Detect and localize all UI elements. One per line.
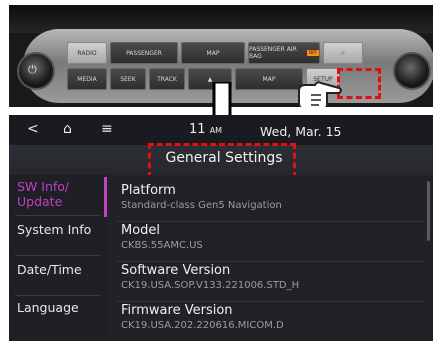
home-icon[interactable]: ⌂ [63,121,72,137]
item-label: Firmware Version [121,303,233,318]
item-value: CK19.USA.SOP.V133.221006.STD_H [121,280,300,291]
menu-icon[interactable]: ≡ [101,121,113,137]
item-label: Model [121,223,161,238]
list-item-firmware-version: Firmware Version CK19.USA.202.220616.MIC… [121,303,421,331]
item-label: Software Version [121,263,231,278]
setup-highlight-box [337,68,381,99]
row-divider [117,221,423,222]
sidebar-divider [15,215,101,216]
sidebar-item-language[interactable]: Language [9,300,107,340]
passenger-airbag-indicator: PASSENGER AIR BAG OFF [248,42,320,64]
clock: 11 AM [189,122,223,137]
power-icon: ⏻ [28,63,37,76]
date-display: Wed, Mar. 15 [260,124,342,139]
sidebar-divider [15,255,101,256]
track-button[interactable]: TRACK [149,68,185,90]
map-button-bottom[interactable]: MAP [235,68,303,90]
status-bar: < ⌂ ≡ 11 AM Wed, Mar. 15 [9,115,433,145]
sidebar-divider [15,295,101,296]
passenger-button[interactable]: PASSENGER [110,42,178,64]
row-divider [117,301,423,302]
row-divider [117,261,423,262]
list-item-software-version: Software Version CK19.USA.SOP.V133.22100… [121,263,421,291]
media-button[interactable]: MEDIA [67,68,107,90]
list-item-model: Model CKBS.55AMC.US [121,223,421,251]
title-highlight-box [148,143,296,178]
item-value: CKBS.55AMC.US [121,240,203,251]
item-value: Standard-class Gen5 Navigation [121,200,282,211]
settings-sidebar: SW Info/ Update System Info Date/Time La… [9,175,107,341]
sidebar-item-date-time[interactable]: Date/Time [9,262,107,302]
back-icon[interactable]: < [27,121,39,137]
item-label: Platform [121,183,176,198]
star-button[interactable]: ☆ [323,42,363,64]
list-item-platform: Platform Standard-class Gen5 Navigation [121,183,421,211]
settings-content-list: Platform Standard-class Gen5 Navigation … [107,175,433,341]
sidebar-item-system-info[interactable]: System Info [9,222,107,262]
sidebar-item-sw-info-update[interactable]: SW Info/ Update [9,177,107,217]
tune-knob[interactable] [393,52,431,90]
seek-button[interactable]: SEEK [110,68,146,90]
map-button-top[interactable]: MAP [181,42,245,64]
infotainment-screen: < ⌂ ≡ 11 AM Wed, Mar. 15 General Setting… [9,115,433,341]
item-value: CK19.USA.202.220616.MICOM.D [121,320,284,331]
hardware-button-row-top: RADIO PASSENGER MAP PASSENGER AIR BAG OFF… [67,42,363,64]
pointing-hand-icon [298,81,342,107]
radio-button[interactable]: RADIO [67,42,107,64]
scrollbar[interactable] [427,181,430,241]
